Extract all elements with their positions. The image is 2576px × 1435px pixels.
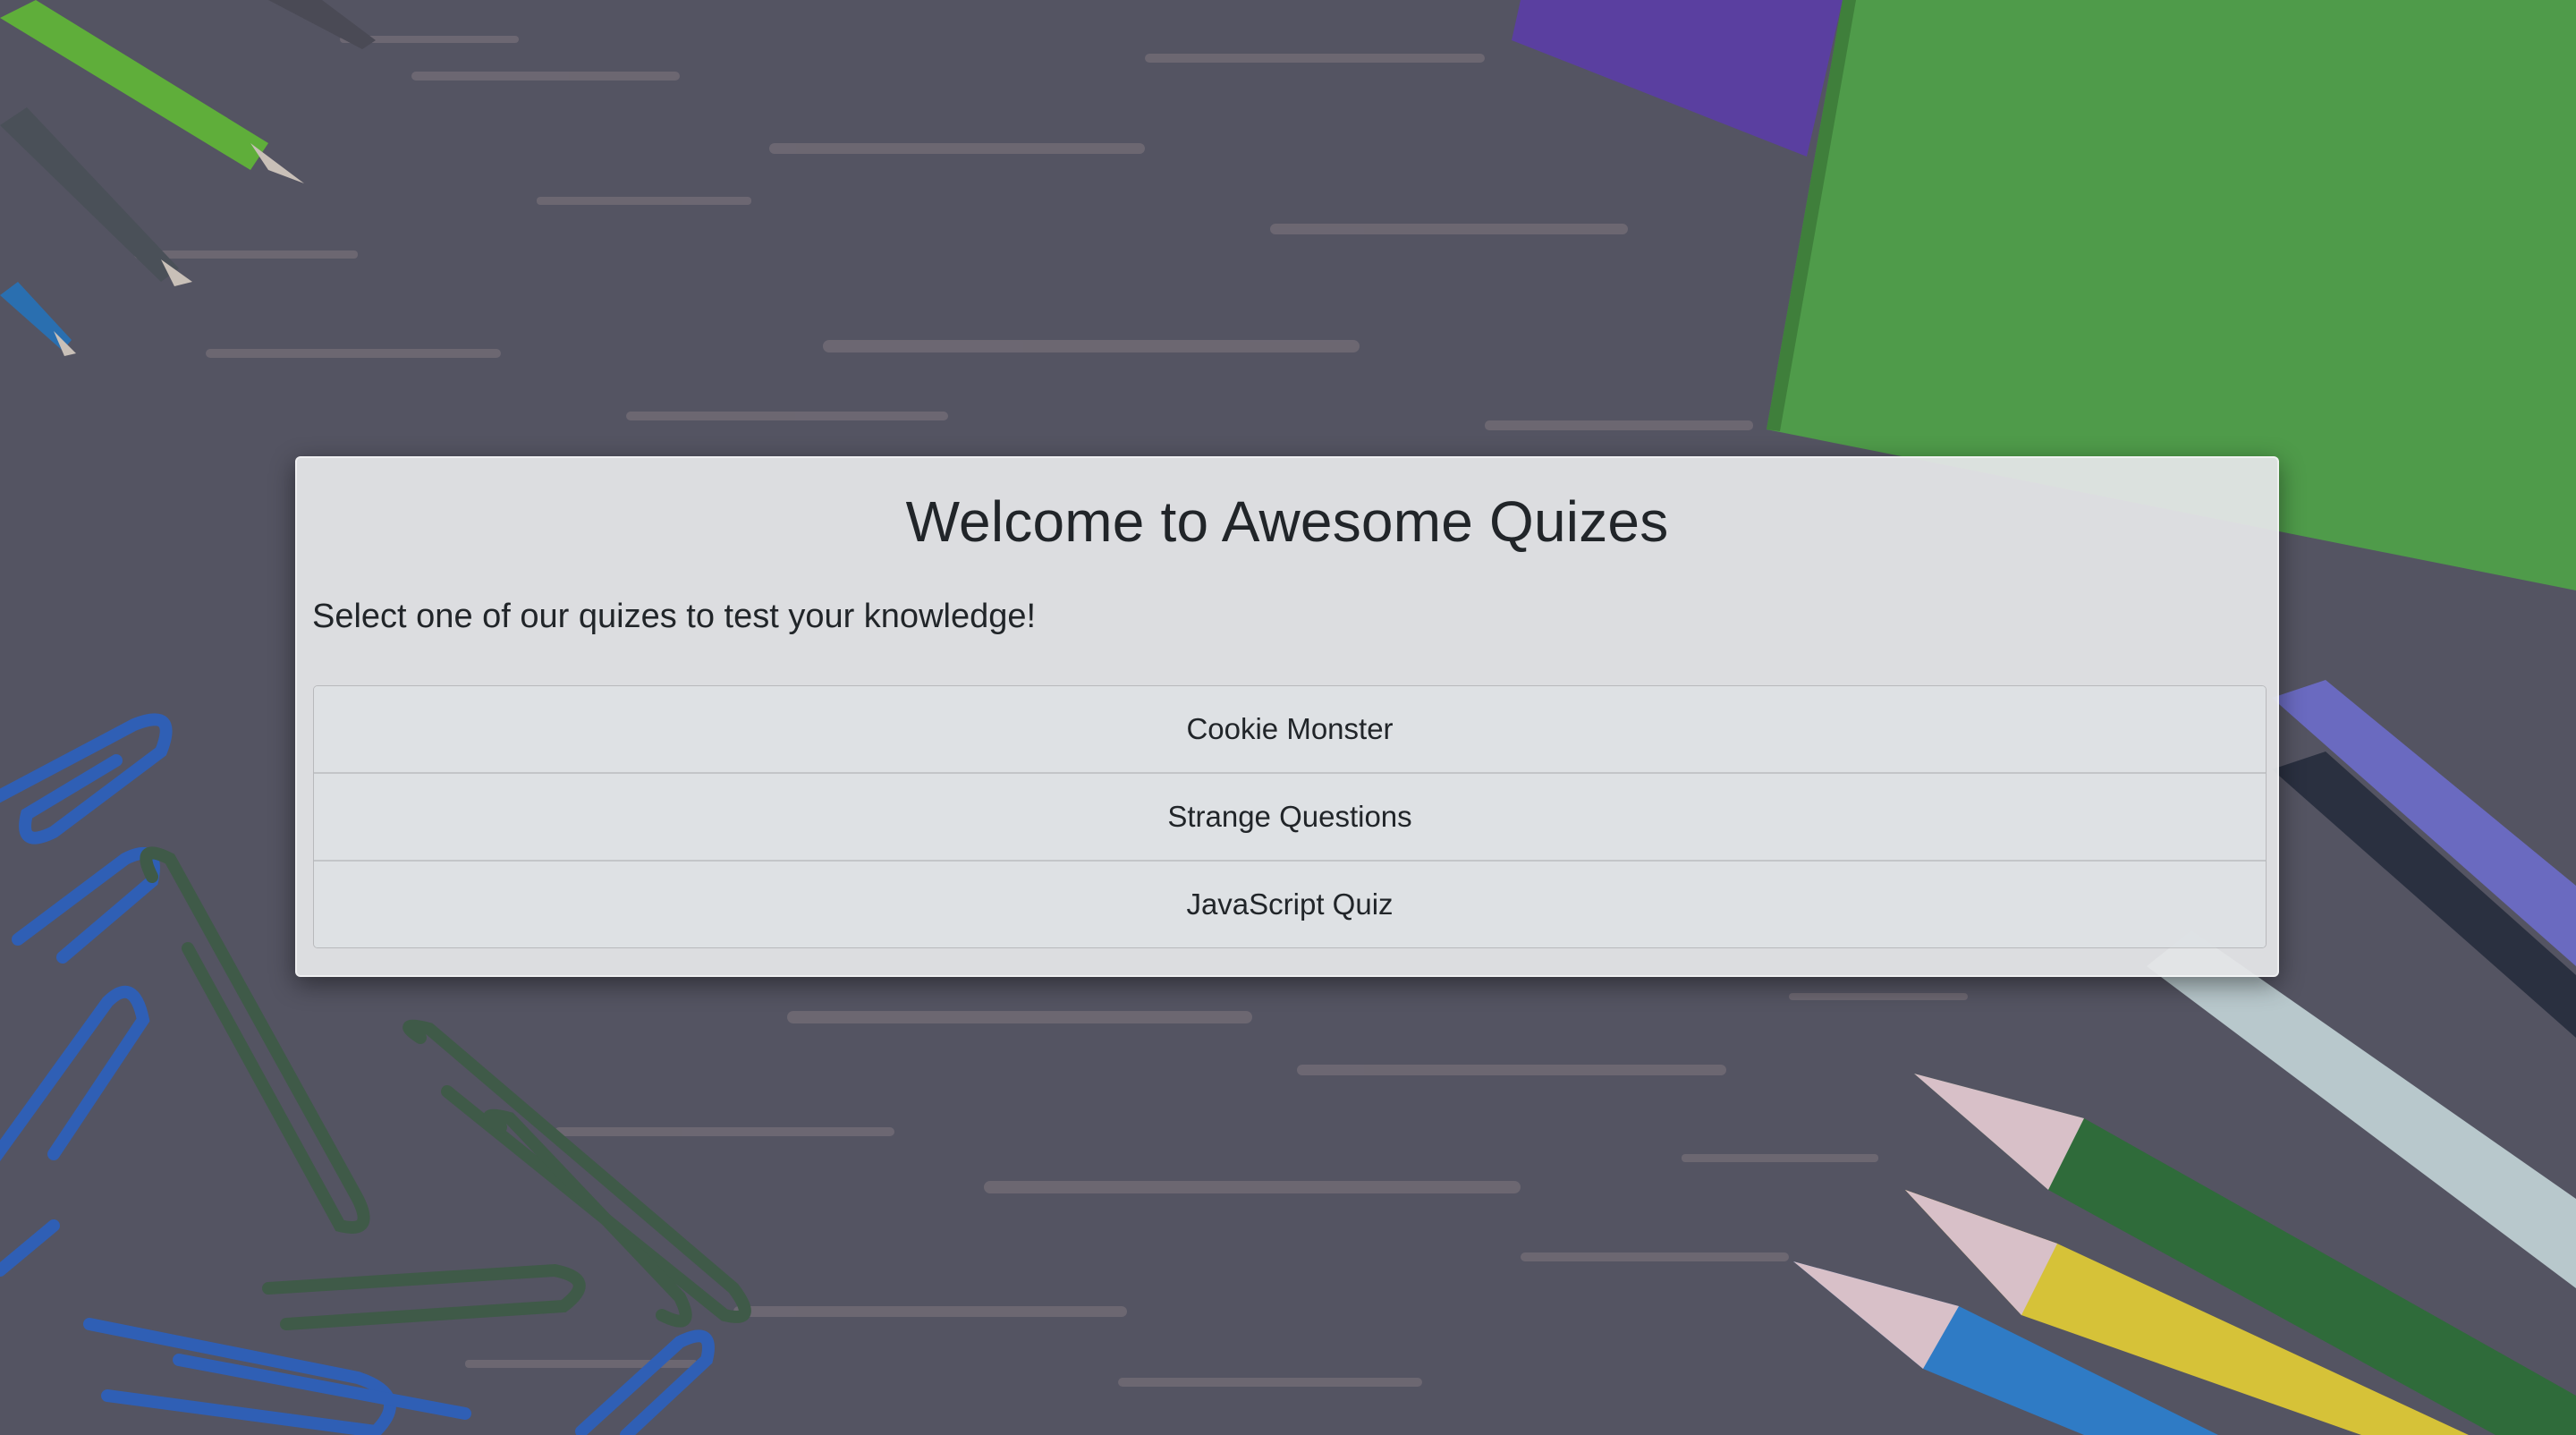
quiz-list: Cookie Monster Strange Questions JavaScr…: [313, 685, 2267, 948]
quiz-item-cookie-monster[interactable]: Cookie Monster: [314, 686, 2266, 774]
quiz-selection-card: Welcome to Awesome Quizes Select one of …: [295, 456, 2279, 977]
quiz-item-javascript-quiz[interactable]: JavaScript Quiz: [314, 862, 2266, 947]
quiz-item-strange-questions[interactable]: Strange Questions: [314, 774, 2266, 862]
page-title: Welcome to Awesome Quizes: [905, 489, 1669, 554]
page-subtitle: Select one of our quizes to test your kn…: [312, 598, 1037, 635]
purple-notebook: [1512, 0, 1843, 157]
page-background: Welcome to Awesome Quizes Select one of …: [0, 0, 2576, 1435]
pens-decoration: [0, 0, 376, 356]
